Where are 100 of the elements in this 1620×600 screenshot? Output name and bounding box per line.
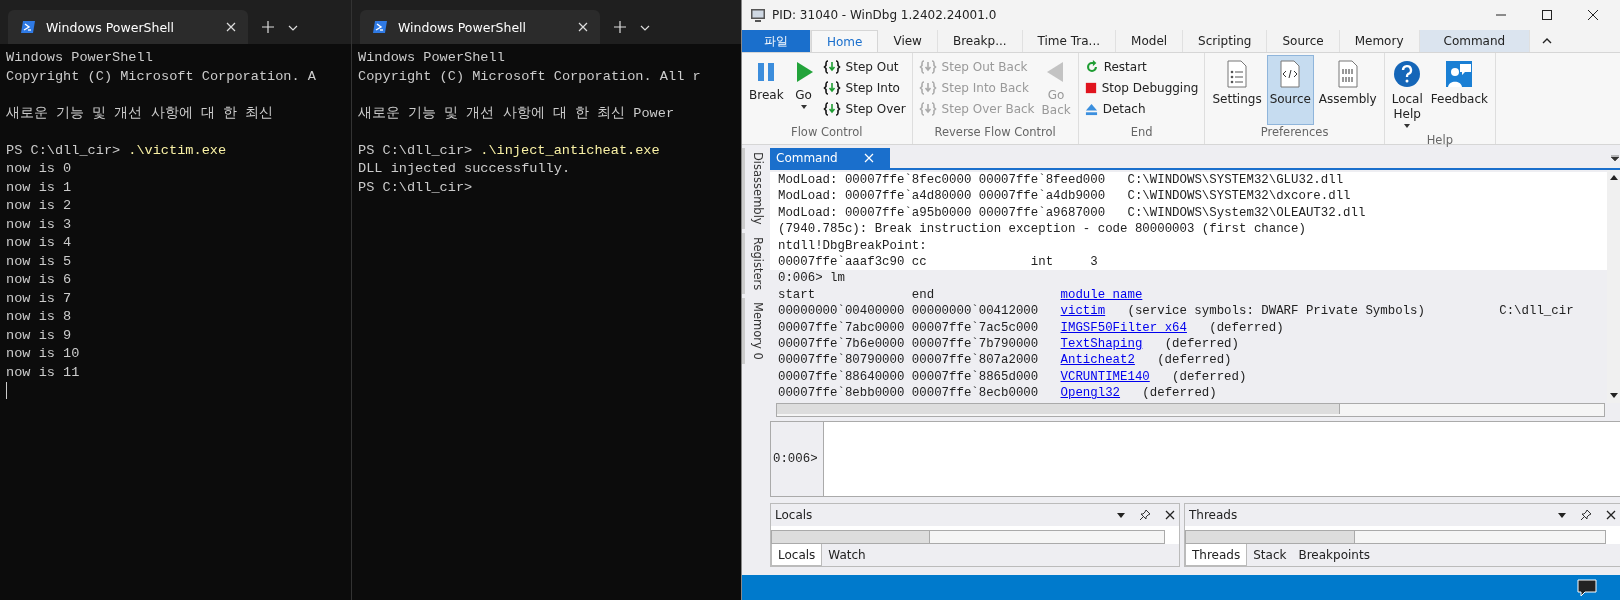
panel-tab[interactable]: Watch xyxy=(822,544,872,566)
terminal-line: Copyright (C) Microsoft Corporation. All r xyxy=(358,68,701,84)
ribbon-button[interactable]: Local Help xyxy=(1388,55,1426,133)
horizontal-scrollbar[interactable] xyxy=(1185,530,1606,544)
terminal-line: now is 10 xyxy=(6,346,80,361)
module-link[interactable]: Opengl32 xyxy=(1060,385,1121,402)
eject-icon xyxy=(1084,102,1098,116)
ribbon-button[interactable]: Go xyxy=(788,55,819,125)
group-label: End xyxy=(1129,125,1154,141)
ribbon-button[interactable]: Feedback xyxy=(1427,55,1491,133)
terminal-line: now is 9 xyxy=(6,327,72,343)
step-icon xyxy=(918,59,937,75)
document-list-icon xyxy=(1225,60,1250,88)
collapse-icon[interactable] xyxy=(1542,38,1553,44)
panel-tab[interactable]: Locals xyxy=(771,544,823,566)
terminal-line: now is 0 xyxy=(6,161,72,176)
shell-prompt: PS C:\dll_cir> xyxy=(6,142,121,158)
module-end: 00007ffe`7ac5c000 xyxy=(911,319,1040,336)
maximize-icon[interactable] xyxy=(1541,9,1553,21)
terminal-line: Windows PowerShell xyxy=(6,50,153,65)
close-icon[interactable] xyxy=(1165,510,1175,520)
feedback-icon xyxy=(1445,60,1474,88)
dropdown-icon[interactable] xyxy=(1117,512,1125,518)
ribbon-button[interactable]: Step Over xyxy=(820,99,908,119)
scroll-down-icon[interactable] xyxy=(1610,393,1618,399)
horizontal-scrollbar[interactable] xyxy=(776,403,1605,418)
scroll-up-icon[interactable] xyxy=(1610,175,1618,180)
module-link[interactable]: VCRUNTIME140 xyxy=(1060,368,1150,386)
step-icon xyxy=(822,80,841,96)
ribbon-tab[interactable]: Command xyxy=(1419,30,1531,52)
terminal-line: now is 11 xyxy=(6,364,80,380)
monitor-icon xyxy=(750,7,766,23)
ribbon-button[interactable]: Step Out xyxy=(820,57,908,77)
ribbon-button[interactable]: Stop Debugging xyxy=(1082,78,1201,98)
module-info: (deferred) xyxy=(1157,352,1232,369)
new-tab-icon[interactable] xyxy=(614,21,626,33)
terminal-line: now is 5 xyxy=(6,253,72,269)
group-label: Reverse Flow Control xyxy=(933,125,1057,141)
ribbon-button[interactable]: Restart xyxy=(1082,57,1201,77)
ribbon-button[interactable]: Assembly xyxy=(1315,55,1380,125)
terminal-line: now is 6 xyxy=(6,272,72,287)
terminal-tab[interactable]: Windows PowerShell xyxy=(360,10,600,44)
chat-icon[interactable] xyxy=(1577,578,1597,597)
shell-command: .\inject_anticheat.exe xyxy=(480,142,660,158)
ribbon-button[interactable]: Source xyxy=(1266,55,1314,125)
ribbon-button[interactable]: Settings xyxy=(1209,55,1265,125)
module-end: end xyxy=(911,286,936,304)
module-end: 00007ffe`8ecb0000 xyxy=(911,385,1040,402)
module-link[interactable]: Anticheat2 xyxy=(1060,352,1135,369)
terminal-tab[interactable]: Windows PowerShell xyxy=(8,10,248,44)
panel-title: Locals xyxy=(775,508,814,522)
module-info: (deferred) xyxy=(1164,335,1239,353)
ribbon-tab[interactable]: 파일 xyxy=(742,30,811,52)
module-info: (deferred) xyxy=(1142,385,1217,402)
binary-file-icon xyxy=(1335,60,1360,88)
terminal-line: now is 3 xyxy=(6,216,72,232)
step-icon xyxy=(822,101,841,117)
pin-icon[interactable] xyxy=(1580,509,1592,521)
ribbon-button[interactable]: Step Into xyxy=(820,78,908,98)
module-link[interactable]: TextShaping xyxy=(1060,335,1143,353)
module-start: 00007ffe`88640000 xyxy=(778,368,906,386)
terminal-line: 새로운 기능 및 개선 사항에 대 한 최신 Power xyxy=(358,105,675,121)
output-line: ModLoad: 00007ffe`a95b0000 00007ffe`a9687000 C:\WINDOWS\System32\OLEAUT32.dll xyxy=(778,204,1366,222)
dropdown-icon[interactable] xyxy=(1611,155,1619,161)
horizontal-scrollbar[interactable] xyxy=(771,530,1165,544)
module-link[interactable]: victim xyxy=(1060,303,1106,320)
panel-tab[interactable]: Threads xyxy=(1185,544,1248,566)
ribbon-tab[interactable]: Home xyxy=(811,30,879,52)
terminal-line: 새로운 기능 및 개선 사항에 대 한 최신 xyxy=(6,105,274,121)
terminal-line: now is 1 xyxy=(6,179,72,195)
command-tab[interactable]: Command xyxy=(770,148,890,168)
close-icon[interactable] xyxy=(1587,9,1599,21)
module-end: 00007ffe`8865d000 xyxy=(911,368,1040,386)
module-info: (deferred) xyxy=(1209,319,1284,336)
terminal-line: DLL injected successfully. xyxy=(358,161,571,176)
terminal-line: now is 2 xyxy=(6,198,72,213)
window-title: PID: 31040 - WinDbg 1.2402.24001.0 xyxy=(772,8,998,22)
output-line: ModLoad: 00007ffe`8fec0000 00007ffe`8feed000 C:\WINDOWS\SYSTEM32\GLU32.dll xyxy=(778,172,1344,189)
output-line: 0:006> lm xyxy=(778,270,845,287)
output-line: ntdll!DbgBreakPoint: xyxy=(778,237,927,254)
dropdown-icon[interactable] xyxy=(1558,512,1566,518)
panel-title: Threads xyxy=(1189,508,1239,522)
ribbon-button[interactable]: Break xyxy=(746,55,787,125)
close-icon[interactable] xyxy=(1606,510,1616,520)
new-tab-icon[interactable] xyxy=(262,21,274,33)
module-link[interactable]: IMGSF50Filter_x64 xyxy=(1060,319,1187,336)
terminal-line: now is 8 xyxy=(6,309,72,324)
module-start: 00007ffe`80790000 xyxy=(778,352,906,369)
group-label: Flow Control xyxy=(790,125,864,141)
module-start: start xyxy=(778,286,817,304)
panel-tab[interactable]: Stack xyxy=(1247,544,1293,566)
ribbon-button[interactable]: Detach xyxy=(1082,99,1201,119)
terminal-line: now is 4 xyxy=(6,235,72,250)
module-info: (service symbols: DWARF Private Symbols) xyxy=(1127,303,1425,320)
module-start: 00007ffe`7abc0000 xyxy=(778,319,906,336)
panel-tab[interactable]: Breakpoints xyxy=(1292,544,1376,566)
pin-icon[interactable] xyxy=(1139,509,1151,521)
step-icon xyxy=(918,101,937,117)
module-end: 00007ffe`7b790000 xyxy=(911,335,1040,353)
module-link[interactable]: module name xyxy=(1060,286,1143,304)
